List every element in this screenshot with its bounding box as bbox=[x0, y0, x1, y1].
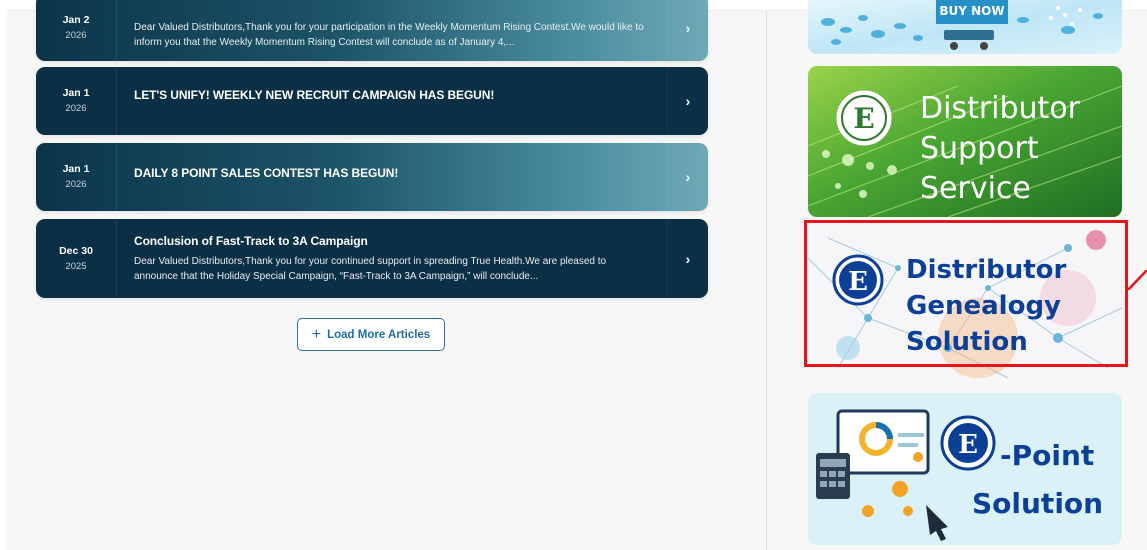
article-date-month-day: Jan 1 bbox=[62, 163, 90, 175]
support-banner-art: E Distributor Support Service bbox=[808, 66, 1122, 217]
article-card[interactable]: Dec 30 2025 Conclusion of Fast-Track to … bbox=[36, 219, 708, 298]
article-excerpt: Dear Valued Distributors,Thank you for y… bbox=[134, 255, 607, 282]
article-date-month-day: Jan 2 bbox=[62, 13, 90, 26]
article-title[interactable]: Conclusion of Fast-Track to 3A Campaign bbox=[134, 234, 650, 248]
e-point-line1: -Point bbox=[1000, 439, 1094, 472]
article-date-month-day: Dec 30 bbox=[59, 244, 93, 257]
article-date-year: 2026 bbox=[65, 29, 87, 41]
distributor-support-service-banner[interactable]: E Distributor Support Service bbox=[808, 66, 1122, 217]
e-point-solution-banner[interactable]: E -Point Solution bbox=[808, 393, 1122, 545]
chevron-right-icon[interactable]: › bbox=[667, 143, 708, 211]
e-point-line2: Solution bbox=[972, 487, 1103, 520]
article-date-year: 2025 bbox=[65, 260, 87, 272]
article-card[interactable]: Jan 1 2026 LET'S UNIFY! WEEKLY NEW RECRU… bbox=[36, 67, 708, 135]
support-logo-letter: E bbox=[853, 102, 874, 135]
selection-highlight bbox=[804, 220, 1128, 367]
buy-now-banner[interactable]: BUY NOW bbox=[808, 0, 1122, 54]
e-point-banner-art: E -Point Solution bbox=[808, 393, 1122, 545]
article-date: Jan 1 2026 bbox=[36, 143, 117, 211]
load-more-label: Load More Articles bbox=[327, 328, 431, 341]
article-card[interactable]: Jan 2 2026 Dear Valued Distributors,Than… bbox=[36, 0, 708, 61]
plus-icon: + bbox=[311, 325, 322, 343]
chevron-right-icon[interactable]: › bbox=[667, 67, 708, 135]
article-card[interactable]: Jan 1 2026 DAILY 8 POINT SALES CONTEST H… bbox=[36, 143, 708, 211]
article-date-year: 2026 bbox=[65, 179, 87, 190]
chevron-right-icon[interactable]: › bbox=[667, 0, 708, 61]
article-date-month-day: Jan 1 bbox=[62, 87, 90, 99]
support-line3: Service bbox=[920, 171, 1031, 206]
article-date: Dec 30 2025 bbox=[36, 219, 117, 298]
buy-now-banner-art: BUY NOW bbox=[808, 0, 1122, 54]
support-line1: Distributor bbox=[920, 91, 1081, 126]
article-date: Jan 2 2026 bbox=[36, 0, 117, 61]
buy-now-text: BUY NOW bbox=[939, 4, 1004, 18]
support-line2: Support bbox=[920, 131, 1039, 166]
article-title[interactable]: DAILY 8 POINT SALES CONTEST HAS BEGUN! bbox=[134, 166, 650, 180]
annotation-arrow-line bbox=[1128, 270, 1147, 290]
article-title[interactable]: LET'S UNIFY! WEEKLY NEW RECRUIT CAMPAIGN… bbox=[134, 88, 650, 102]
column-divider bbox=[766, 11, 767, 550]
chevron-right-icon[interactable]: › bbox=[667, 219, 708, 298]
load-more-articles-button[interactable]: + Load More Articles bbox=[297, 318, 445, 351]
article-date-year: 2026 bbox=[65, 103, 87, 114]
article-date: Jan 1 2026 bbox=[36, 67, 117, 135]
article-excerpt: Dear Valued Distributors,Thank you for y… bbox=[134, 21, 644, 48]
e-point-logo-letter: E bbox=[958, 430, 978, 460]
